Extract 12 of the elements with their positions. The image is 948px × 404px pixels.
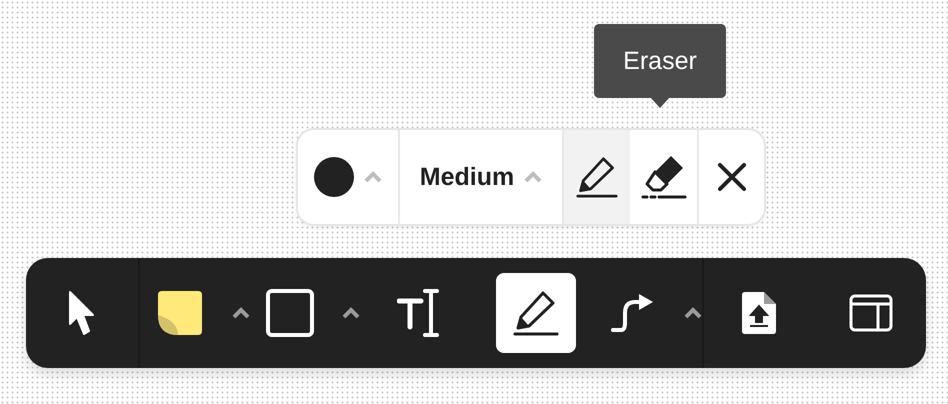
close-icon (716, 162, 746, 192)
pen-tool-button[interactable] (562, 130, 630, 224)
eraser-icon (640, 154, 686, 200)
square-icon (266, 289, 314, 337)
pen-icon (576, 156, 618, 198)
pen-icon (513, 290, 559, 336)
file-upload-icon (742, 292, 776, 334)
tooltip-pointer (650, 97, 670, 108)
cursor-icon (68, 290, 96, 336)
sticky-note-icon (158, 291, 202, 335)
layout-icon (849, 294, 893, 332)
curved-arrow-icon (611, 293, 653, 333)
